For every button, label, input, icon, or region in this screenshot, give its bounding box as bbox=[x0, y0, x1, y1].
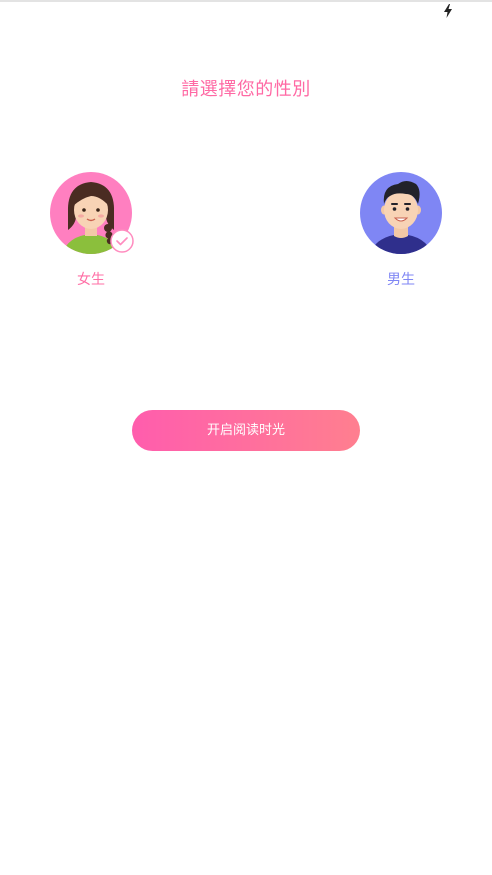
gender-label-female: 女生 bbox=[77, 272, 105, 288]
checkmark-icon bbox=[110, 229, 134, 253]
start-reading-button[interactable]: 开启阅读时光 bbox=[132, 410, 360, 451]
charging-bolt-icon bbox=[444, 4, 452, 18]
status-bar bbox=[0, 0, 492, 22]
gender-label-male: 男生 bbox=[387, 272, 415, 288]
gender-option-male[interactable]: 男生 bbox=[351, 170, 451, 300]
status-bar-divider bbox=[0, 0, 492, 2]
gender-option-female[interactable]: 女生 bbox=[41, 170, 141, 300]
page-title: 請選擇您的性別 bbox=[181, 79, 311, 100]
male-avatar-icon bbox=[360, 172, 442, 254]
